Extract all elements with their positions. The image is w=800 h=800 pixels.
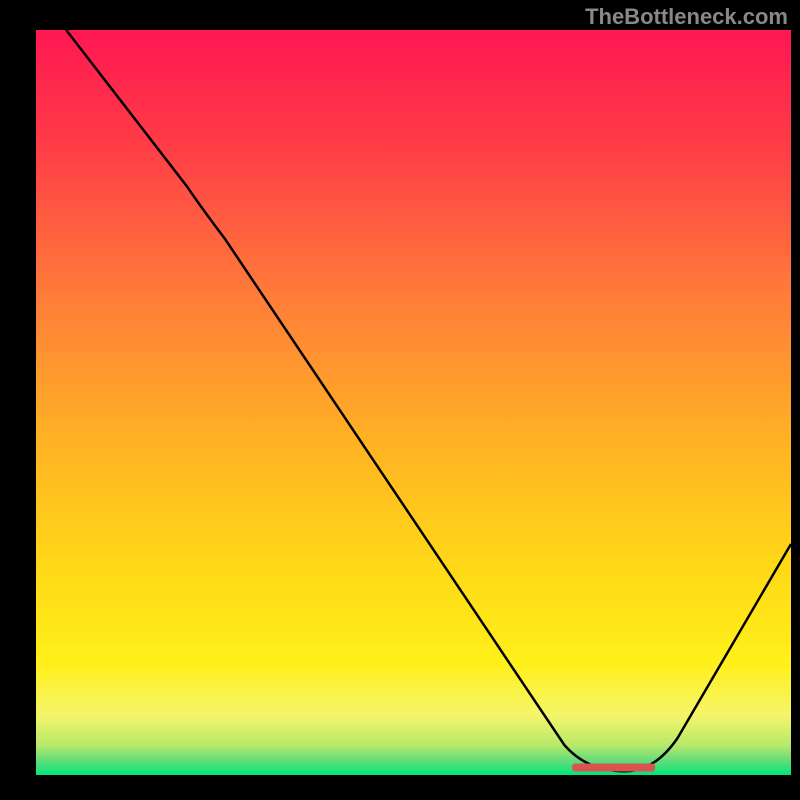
watermark-text: TheBottleneck.com bbox=[585, 4, 788, 30]
plot-background bbox=[36, 30, 791, 775]
bottleneck-chart: TheBottleneck.com bbox=[0, 0, 800, 800]
optimal-marker bbox=[572, 764, 655, 772]
chart-svg bbox=[0, 0, 800, 800]
